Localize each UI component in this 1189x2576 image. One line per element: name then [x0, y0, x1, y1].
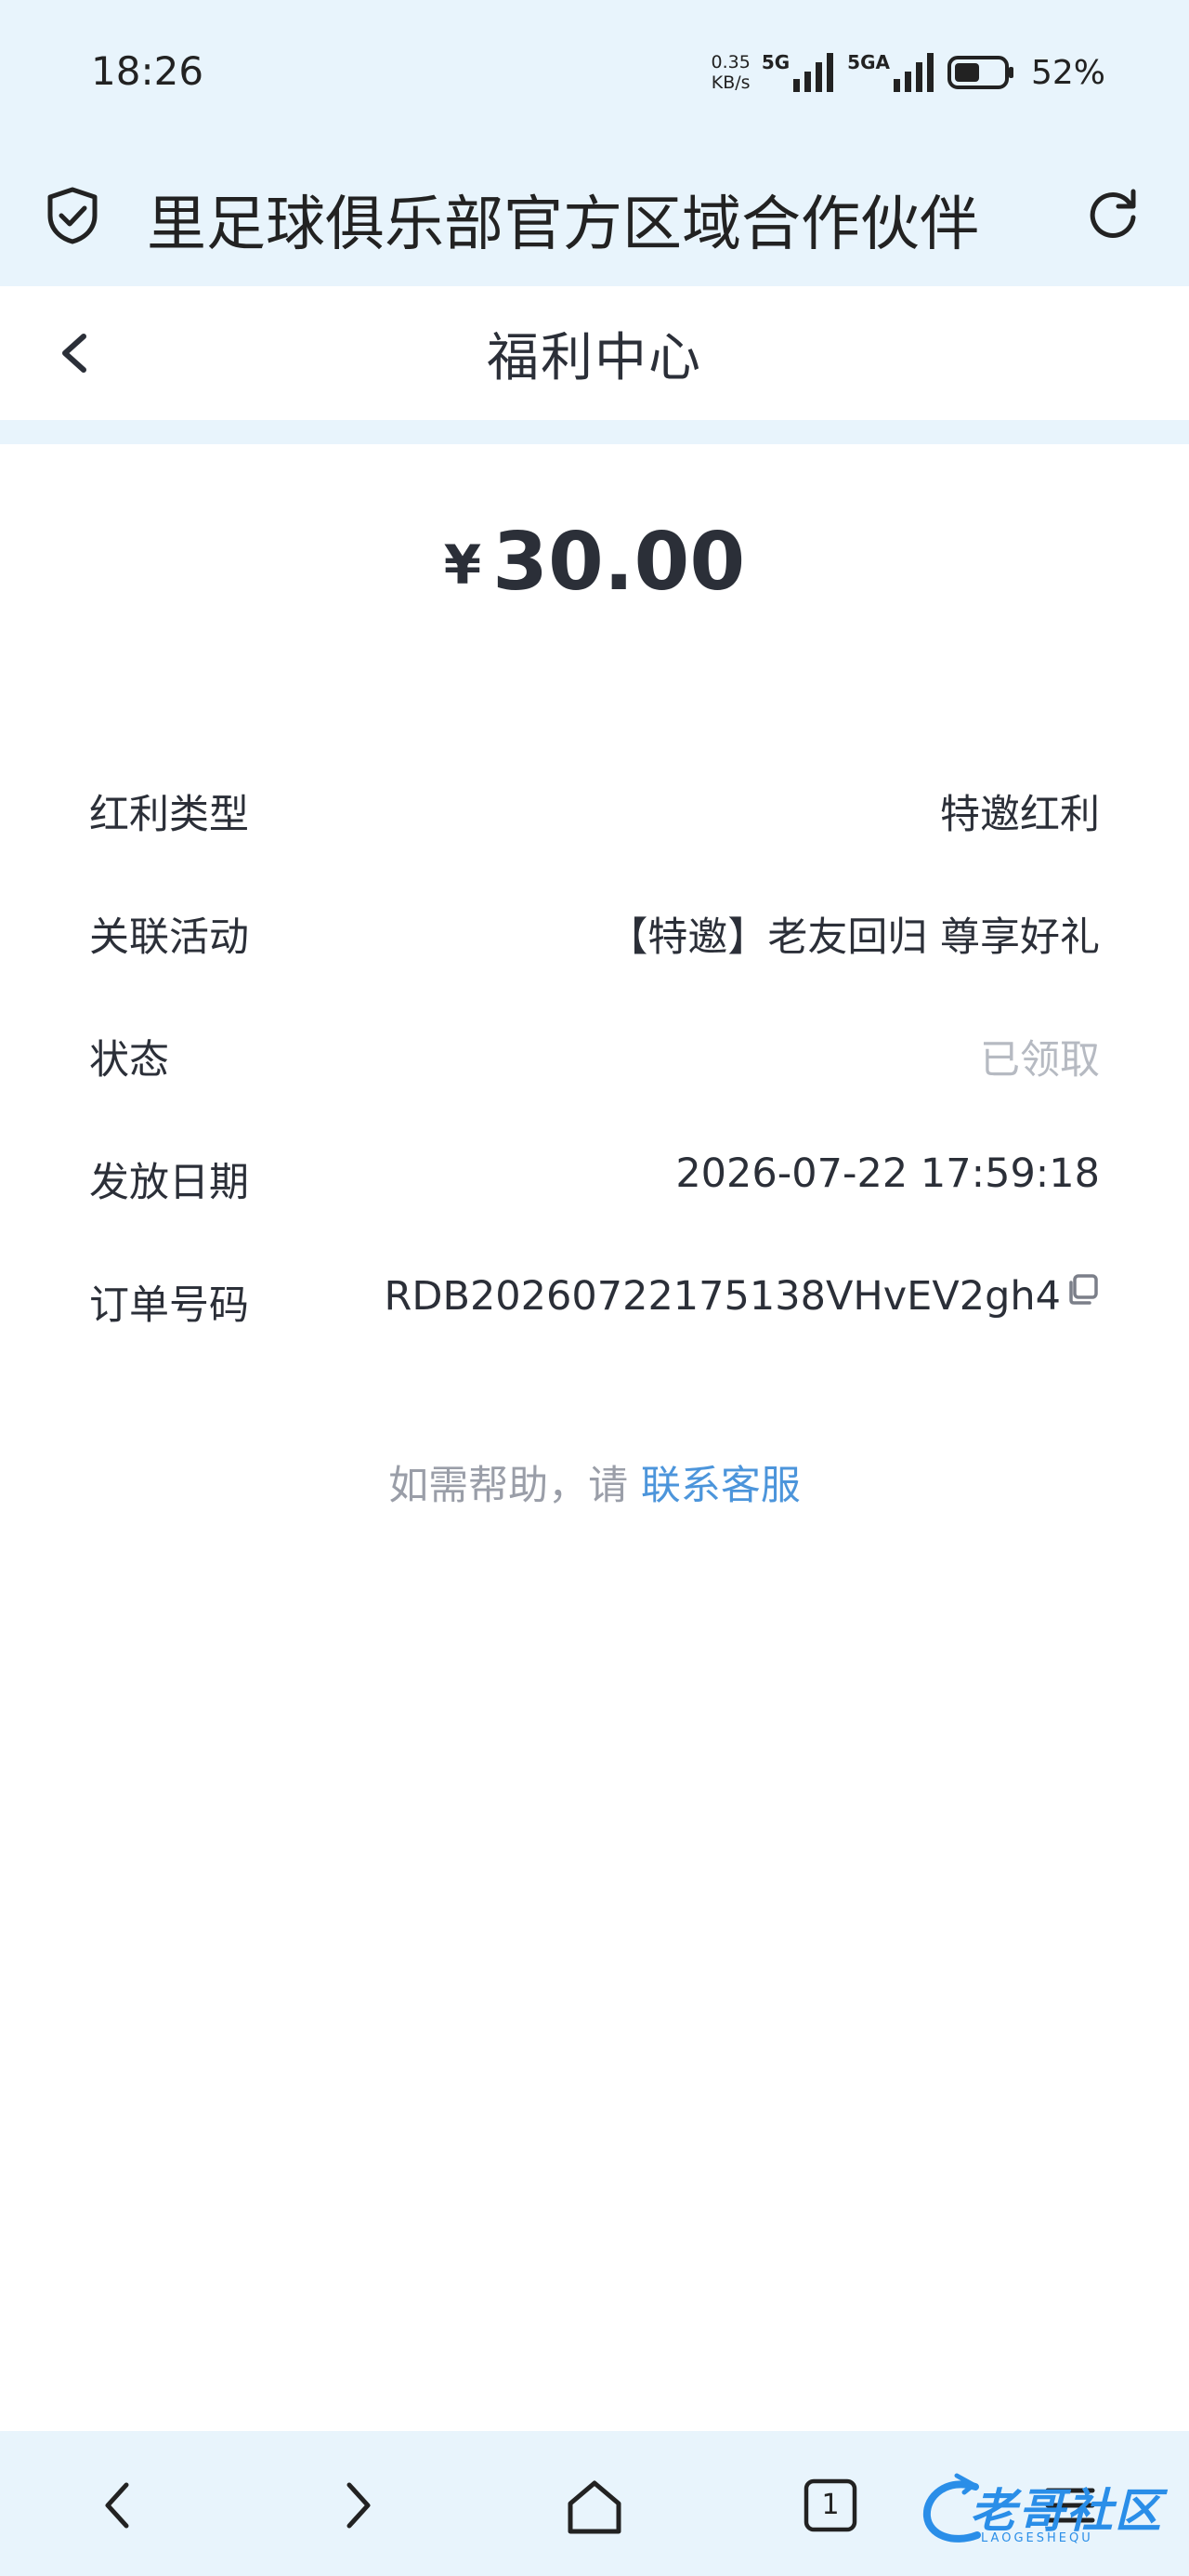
tabs-button[interactable]: 1	[803, 2468, 858, 2543]
detail-row-status: 状态 已领取	[89, 1019, 1100, 1093]
network-speed: 0.35 KB/s	[711, 52, 751, 93]
watermark-logo: 老哥社区 LAOGESHEQU	[920, 2468, 1170, 2550]
detail-value: 2026-07-22 17:59:18	[675, 1150, 1100, 1197]
detail-label: 订单号码	[89, 1282, 249, 1329]
battery-percent: 52%	[1030, 53, 1105, 92]
watermark-subtext: LAOGESHEQU	[981, 2531, 1093, 2545]
page-title: 福利中心	[487, 328, 702, 388]
detail-value: 【特邀】老友回归 尊享好礼	[608, 914, 1100, 961]
copy-icon[interactable]	[1065, 1272, 1100, 1308]
detail-row-activity: 关联活动 【特邀】老友回归 尊享好礼	[89, 896, 1100, 970]
url-text[interactable]: 里足球俱乐部官方区域合作伙伴	[147, 177, 1044, 262]
tab-count: 1	[821, 2489, 840, 2521]
status-indicators: 0.35 KB/s 5G 5GA 52%	[712, 46, 1105, 99]
signal-icon	[893, 53, 934, 92]
battery-icon	[947, 56, 1013, 89]
contact-support-link[interactable]: 联系客服	[641, 1463, 801, 1509]
refresh-icon[interactable]	[1085, 184, 1143, 242]
home-icon[interactable]	[561, 2468, 628, 2543]
order-number-text: RDB20260722175138VHvEV2gh4	[384, 1273, 1061, 1320]
divider-band	[0, 420, 1189, 444]
signal-icon	[793, 53, 834, 92]
signal-5ga: 5GA	[847, 53, 936, 92]
detail-row-date: 发放日期 2026-07-22 17:59:18	[89, 1141, 1100, 1216]
detail-label: 红利类型	[89, 792, 249, 838]
back-icon[interactable]	[93, 2468, 145, 2543]
detail-row-order-number: 订单号码 RDB20260722175138VHvEV2gh4	[89, 1264, 1100, 1338]
detail-row-bonus-type: 红利类型 特邀红利	[89, 773, 1100, 848]
amount-display: ¥30.00	[0, 516, 1189, 609]
status-time: 18:26	[91, 48, 204, 94]
amount-value: 30.00	[492, 516, 746, 609]
status-badge: 已领取	[980, 1037, 1100, 1084]
forward-icon[interactable]	[331, 2468, 383, 2543]
currency-symbol: ¥	[443, 533, 482, 597]
order-number-value: RDB20260722175138VHvEV2gh4	[384, 1273, 1100, 1320]
help-text: 如需帮助，请 联系客服	[0, 1453, 1189, 1511]
shield-check-icon[interactable]	[45, 186, 100, 245]
detail-label: 发放日期	[89, 1160, 249, 1206]
detail-label: 关联活动	[89, 914, 249, 961]
detail-label: 状态	[89, 1037, 169, 1084]
signal-5g: 5G	[762, 53, 836, 92]
detail-value: 特邀红利	[940, 792, 1100, 838]
help-prefix: 如需帮助，请	[388, 1463, 629, 1509]
